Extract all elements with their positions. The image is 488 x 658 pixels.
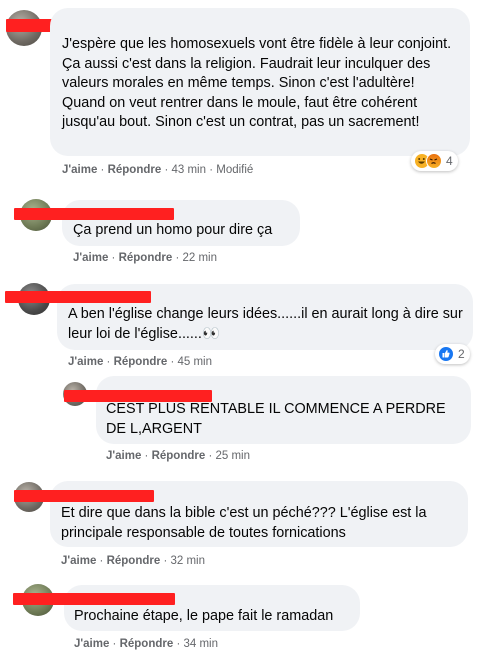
- eyes-emoji: 👀: [201, 325, 220, 342]
- reply-link[interactable]: Répondre: [152, 450, 206, 462]
- comment-actions: J'aime · Répondre · 43 min · Modifié: [62, 164, 254, 176]
- reaction-count: 2: [458, 347, 465, 361]
- reply-link[interactable]: Répondre: [119, 252, 173, 264]
- comment-text: A ben l'église change leurs idées......i…: [68, 305, 470, 344]
- like-reaction-icon: [438, 346, 454, 362]
- comment-text: J'espère que les homosexuels vont être f…: [62, 36, 452, 130]
- timestamp[interactable]: 43 min: [171, 164, 206, 176]
- comment-actions: J'aime · Répondre · 32 min: [61, 555, 206, 567]
- reply-link[interactable]: Répondre: [107, 555, 161, 567]
- timestamp[interactable]: 45 min: [177, 356, 212, 368]
- redacted-name: [14, 490, 154, 502]
- comment-actions: J'aime · Répondre · 22 min: [73, 252, 218, 264]
- comment-text-body: A ben l'église change leurs idées......i…: [68, 306, 463, 342]
- comment-text: Ça prend un homo pour dire ça: [73, 222, 273, 238]
- comment-actions: J'aime · Répondre · 45 min: [68, 356, 213, 368]
- reaction-summary[interactable]: 2: [435, 344, 470, 364]
- comment-actions: J'aime · Répondre · 34 min: [74, 638, 219, 650]
- redacted-name: [14, 208, 174, 220]
- like-link[interactable]: J'aime: [61, 555, 96, 567]
- like-link[interactable]: J'aime: [62, 164, 97, 176]
- edited-label: Modifié: [216, 164, 254, 176]
- redacted-name: [13, 593, 175, 605]
- like-link[interactable]: J'aime: [68, 356, 103, 368]
- like-link[interactable]: J'aime: [106, 450, 141, 462]
- angry-reaction-icon: [426, 153, 442, 169]
- timestamp[interactable]: 22 min: [182, 252, 217, 264]
- timestamp[interactable]: 32 min: [170, 555, 205, 567]
- timestamp[interactable]: 34 min: [183, 638, 218, 650]
- comment-text: Et dire que dans la bible c'est un péché…: [61, 505, 427, 541]
- like-link[interactable]: J'aime: [74, 638, 109, 650]
- timestamp[interactable]: 25 min: [215, 450, 250, 462]
- reply-link[interactable]: Répondre: [114, 356, 168, 368]
- reaction-summary[interactable]: 4: [411, 151, 458, 171]
- reply-link[interactable]: Répondre: [120, 638, 174, 650]
- comment-actions: J'aime · Répondre · 25 min: [106, 450, 251, 462]
- comment-text: CEST PLUS RENTABLE IL COMMENCE A PERDRE …: [106, 401, 446, 437]
- redacted-name: [5, 291, 151, 303]
- like-link[interactable]: J'aime: [73, 252, 108, 264]
- comment-text: Prochaine étape, le pape fait le ramadan: [74, 608, 334, 624]
- reply-link[interactable]: Répondre: [108, 164, 162, 176]
- reaction-count: 4: [446, 154, 453, 168]
